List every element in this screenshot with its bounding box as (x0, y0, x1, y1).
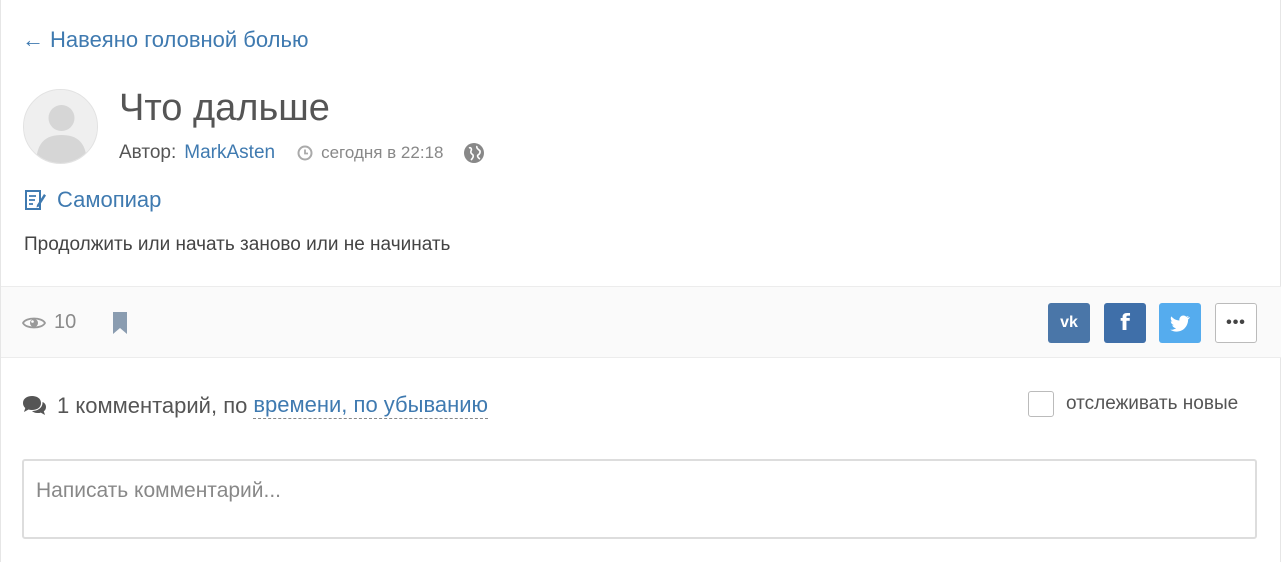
follow-checkbox[interactable] (1028, 391, 1054, 417)
user-silhouette-icon (24, 90, 97, 163)
twitter-share-button[interactable] (1159, 303, 1201, 343)
post-meta: Автор: MarkAsten сегодня в 22:18 (119, 142, 485, 164)
eye-icon (22, 317, 46, 328)
facebook-icon: f (1120, 310, 1130, 336)
follow-new-comments[interactable]: отслеживать новые (1028, 391, 1238, 417)
author-link[interactable]: MarkAsten (184, 142, 275, 164)
comment-placeholder: Написать комментарий... (36, 479, 282, 502)
comments-summary: 1 комментарий, по (57, 392, 248, 418)
twitter-icon (1170, 315, 1190, 332)
more-icon: ••• (1226, 314, 1246, 331)
category-label: Самопиар (57, 187, 162, 212)
post-body: Продолжить или начать заново или не начи… (24, 234, 451, 255)
post-time-text: сегодня в 22:18 (321, 143, 444, 162)
post-toolbar: 10 vk f ••• (1, 286, 1281, 358)
back-link[interactable]: ← Навеяно головной болью (22, 27, 308, 53)
post-time: сегодня в 22:18 (297, 143, 443, 163)
follow-label: отслеживать новые (1066, 393, 1239, 414)
avatar[interactable] (23, 89, 98, 164)
post-title: Что дальше (119, 87, 330, 129)
author-label: Автор: (119, 142, 177, 163)
comments-sort-toggle[interactable]: времени, по убыванию (253, 392, 489, 419)
clock-icon (297, 145, 313, 161)
facebook-share-button[interactable]: f (1104, 303, 1146, 343)
back-link-label: Навеяно головной болью (50, 27, 309, 52)
edit-document-icon (25, 190, 46, 210)
comments-header: 1 комментарий, по времени, по убыванию (21, 392, 489, 419)
globe-icon (463, 142, 485, 164)
category-link[interactable]: Самопиар (23, 187, 161, 213)
comments-icon (23, 395, 46, 415)
comment-input[interactable]: Написать комментарий... (22, 459, 1257, 539)
vk-icon: vk (1060, 314, 1078, 331)
bookmark-icon[interactable] (112, 312, 128, 339)
vk-share-button[interactable]: vk (1048, 303, 1090, 343)
back-arrow-icon: ← (22, 27, 44, 52)
views-counter: 10 (22, 311, 76, 334)
views-count: 10 (54, 311, 77, 333)
more-share-button[interactable]: ••• (1215, 303, 1257, 343)
